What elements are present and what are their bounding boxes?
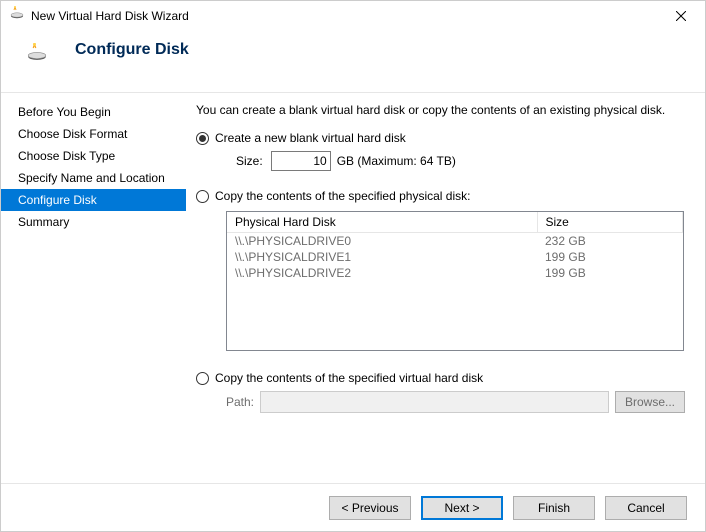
- table-row[interactable]: \\.\PHYSICALDRIVE0232 GB: [227, 233, 683, 250]
- radio-icon: [196, 132, 209, 145]
- sidebar-step[interactable]: Configure Disk: [1, 189, 186, 211]
- size-label: Size:: [236, 154, 263, 168]
- option-create-blank[interactable]: Create a new blank virtual hard disk: [196, 131, 685, 145]
- option-label: Copy the contents of the specified virtu…: [215, 371, 483, 385]
- close-icon: [676, 11, 686, 21]
- size-input[interactable]: [271, 151, 331, 171]
- main-panel: You can create a blank virtual hard disk…: [186, 93, 705, 483]
- disk-wizard-icon: [9, 6, 25, 27]
- disk-name: \\.\PHYSICALDRIVE1: [227, 249, 537, 265]
- disk-name: \\.\PHYSICALDRIVE0: [227, 233, 537, 250]
- path-input: [260, 391, 609, 413]
- radio-icon: [196, 190, 209, 203]
- physical-disk-table: Physical Hard Disk Size \\.\PHYSICALDRIV…: [226, 211, 684, 351]
- browse-button: Browse...: [615, 391, 685, 413]
- sidebar-step[interactable]: Before You Begin: [1, 101, 186, 123]
- table-row[interactable]: \\.\PHYSICALDRIVE2199 GB: [227, 265, 683, 281]
- sidebar-step[interactable]: Specify Name and Location: [1, 167, 186, 189]
- titlebar-text: New Virtual Hard Disk Wizard: [31, 9, 659, 23]
- path-label: Path:: [226, 395, 254, 409]
- close-button[interactable]: [659, 2, 703, 30]
- disk-name: \\.\PHYSICALDRIVE2: [227, 265, 537, 281]
- table-row[interactable]: \\.\PHYSICALDRIVE1199 GB: [227, 249, 683, 265]
- option-label: Copy the contents of the specified physi…: [215, 189, 470, 203]
- disk-size: 232 GB: [537, 233, 683, 250]
- finish-button[interactable]: Finish: [513, 496, 595, 520]
- cancel-button[interactable]: Cancel: [605, 496, 687, 520]
- previous-button[interactable]: < Previous: [329, 496, 411, 520]
- disk-size: 199 GB: [537, 265, 683, 281]
- next-button[interactable]: Next >: [421, 496, 503, 520]
- wizard-steps: Before You BeginChoose Disk FormatChoose…: [1, 93, 186, 483]
- col-size[interactable]: Size: [537, 212, 683, 233]
- sidebar-step[interactable]: Summary: [1, 211, 186, 233]
- disk-wizard-icon: [27, 43, 47, 68]
- sidebar-step[interactable]: Choose Disk Format: [1, 123, 186, 145]
- wizard-header: Configure Disk: [1, 31, 705, 93]
- col-physical-disk[interactable]: Physical Hard Disk: [227, 212, 537, 233]
- option-copy-virtual[interactable]: Copy the contents of the specified virtu…: [196, 371, 685, 385]
- intro-text: You can create a blank virtual hard disk…: [196, 103, 685, 117]
- option-label: Create a new blank virtual hard disk: [215, 131, 406, 145]
- sidebar-step[interactable]: Choose Disk Type: [1, 145, 186, 167]
- page-title: Configure Disk: [75, 41, 189, 59]
- disk-size: 199 GB: [537, 249, 683, 265]
- radio-icon: [196, 372, 209, 385]
- size-unit: GB (Maximum: 64 TB): [337, 154, 456, 168]
- option-copy-physical[interactable]: Copy the contents of the specified physi…: [196, 189, 685, 203]
- wizard-footer: < Previous Next > Finish Cancel: [1, 483, 705, 531]
- titlebar: New Virtual Hard Disk Wizard: [1, 1, 705, 31]
